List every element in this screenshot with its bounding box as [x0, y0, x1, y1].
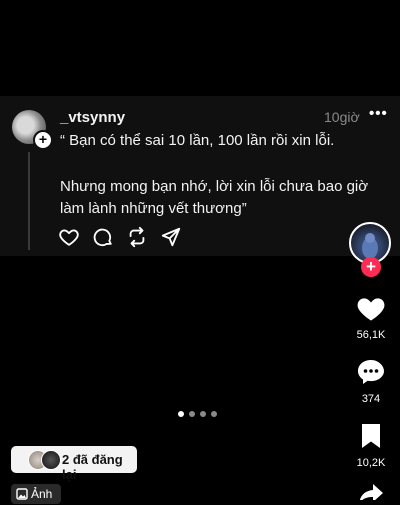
- repost-icon[interactable]: [124, 224, 150, 250]
- post-time: 10giờ: [324, 109, 360, 125]
- comment-bubble-icon: [358, 360, 384, 384]
- photo-badge: Ảnh: [11, 484, 61, 504]
- repost-count-label: 2 đã đăng lại: [62, 452, 123, 482]
- share-arrow-icon: [359, 484, 383, 504]
- photo-badge-label: Ảnh: [31, 487, 53, 501]
- carousel-dot: [178, 411, 184, 417]
- repost-pill[interactable]: 2 đã đăng lại: [11, 446, 137, 482]
- carousel-dot: [211, 411, 217, 417]
- comment-button[interactable]: 374: [350, 358, 392, 405]
- post-text-line-3: Nhưng mong bạn nhớ, lời xin lỗi chưa bao…: [60, 178, 369, 195]
- carousel-dot: [200, 411, 206, 417]
- share-icon[interactable]: [158, 224, 184, 250]
- author-username[interactable]: _vtsynny: [60, 109, 125, 126]
- thread-line: [28, 152, 30, 250]
- carousel-indicator: [178, 411, 217, 417]
- follow-plus-icon[interactable]: +: [361, 257, 381, 277]
- like-button[interactable]: 56,1K: [350, 294, 392, 341]
- heart-filled-icon: [357, 298, 385, 321]
- follow-author-icon[interactable]: +: [33, 130, 53, 150]
- bookmark-icon: [362, 424, 380, 448]
- heart-icon[interactable]: [56, 224, 82, 250]
- like-count: 56,1K: [356, 329, 386, 341]
- carousel-dot: [189, 411, 195, 417]
- bookmark-button[interactable]: 10,2K: [350, 422, 392, 469]
- bookmark-count: 10,2K: [356, 457, 386, 469]
- more-options-button[interactable]: •••: [369, 105, 388, 122]
- image-icon: [16, 488, 28, 500]
- reposter-avatar: [41, 450, 61, 470]
- share-button[interactable]: [350, 484, 392, 505]
- post-text-line-1: “ Bạn có thể sai 10 lần, 100 lần rồi xin…: [60, 132, 335, 149]
- comment-icon[interactable]: [90, 224, 116, 250]
- post-text-line-4: làm lành những vết thương”: [60, 200, 247, 217]
- comment-count: 374: [361, 393, 381, 405]
- post-actions: [56, 224, 184, 250]
